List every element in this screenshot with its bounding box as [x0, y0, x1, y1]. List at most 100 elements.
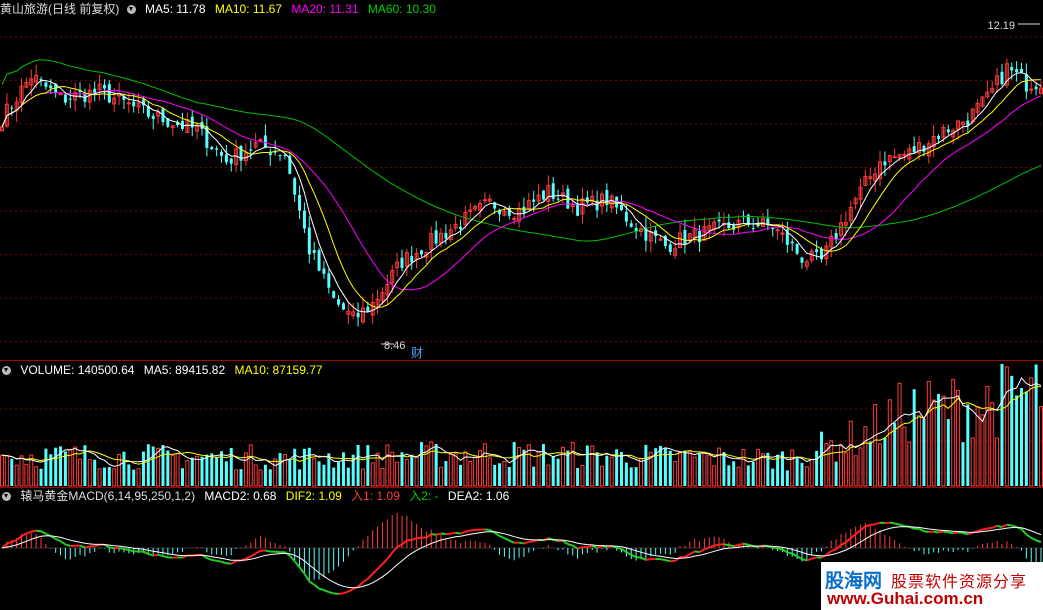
dif2-line [255, 549, 262, 555]
dif2-line [996, 524, 1003, 528]
dif2-line [494, 531, 501, 537]
candle-body-up [775, 229, 780, 232]
dif2-line [226, 562, 232, 565]
volume-bar-up [717, 447, 722, 487]
dif2-line [94, 543, 100, 548]
volume-bar-down [785, 470, 789, 486]
volume-bar-up [995, 437, 1000, 487]
volume-bar-up [195, 455, 200, 487]
dif2-line [26, 530, 32, 535]
dif2-line [708, 544, 715, 549]
volume-bar-down [410, 454, 414, 486]
dif2-line [328, 591, 334, 595]
dif2-line [850, 533, 857, 539]
volume-bar-down [629, 467, 633, 486]
volume-bar-up [756, 448, 761, 487]
volume-bar-up [112, 468, 117, 487]
dif2-line [518, 541, 525, 545]
candle-body-down [210, 146, 214, 150]
candle-body-down [327, 273, 331, 288]
volume-bar-down [668, 450, 672, 486]
volume-bar-down [493, 464, 497, 486]
dif2-line [577, 546, 583, 550]
volume-bar-up [502, 460, 507, 487]
dif2-line [562, 540, 569, 545]
volume-bar-down [161, 445, 165, 486]
volume-bar-up [985, 385, 990, 487]
candle-body-down [249, 149, 253, 151]
volume-bar-down [307, 447, 311, 486]
dif2-line [411, 537, 417, 541]
candle-body-down [10, 107, 14, 109]
candle-body-down [1034, 86, 1038, 90]
dif2-line [728, 544, 734, 548]
dif2-line [148, 552, 154, 557]
volume-bar-down [200, 456, 204, 486]
volume-bar-down [727, 465, 731, 486]
volume-bar-up [136, 468, 141, 487]
candle-body-down [49, 85, 53, 89]
volume-bar-down [732, 461, 736, 486]
dif2-line [221, 560, 227, 565]
volume-bar-down [268, 469, 272, 486]
volume-bar-down [776, 454, 780, 486]
volume-bar-up [951, 379, 956, 487]
volume-bar-up [990, 402, 995, 487]
volume-bar-down [141, 451, 145, 486]
candle-body-down [283, 155, 287, 157]
dif2-line [230, 559, 237, 565]
volume-bar-up [975, 406, 980, 487]
candle-body-down [322, 268, 326, 274]
candle-body-down [63, 94, 67, 103]
dif2-line [376, 563, 384, 570]
candle-body-down [790, 241, 794, 244]
volume-bar-down [751, 461, 755, 486]
volume-bar-up [170, 454, 175, 487]
candle-body-down [883, 161, 887, 166]
volume-bar-up [678, 451, 683, 487]
volume-bar-up [390, 451, 395, 487]
dif2-line [465, 529, 471, 533]
dif2-line [503, 537, 510, 542]
volume-bar-up [702, 451, 707, 487]
dif2-line [455, 531, 461, 535]
dif2-line [636, 556, 642, 559]
candle-body-down [263, 135, 267, 148]
volume-bar-down [93, 459, 97, 486]
dif2-line [738, 542, 744, 546]
dif2-line [338, 592, 344, 595]
dif2-line [16, 535, 23, 541]
candle-body-down [683, 230, 687, 245]
stock-chart-canvas[interactable]: 12.19 8.46 财 [0, 0, 1043, 610]
dif2-line [1035, 539, 1042, 543]
dif2-line [879, 521, 886, 525]
finance-event-marker[interactable]: 财 [411, 346, 423, 360]
dif2-line [845, 537, 852, 544]
dif2-line [699, 548, 705, 553]
volume-bar-down [1000, 363, 1004, 486]
volume-bar-up [609, 456, 614, 487]
dif2-line [938, 530, 944, 534]
watermark-banner: 股海网 股票软件资源分享 www.Guhai.com.cn [821, 562, 1043, 610]
dif2-line [21, 532, 27, 537]
dif2-line [665, 559, 671, 563]
volume-bar-down [210, 453, 214, 486]
candle-body-down [946, 129, 950, 133]
candle-body-down [410, 255, 414, 263]
dif2-line [275, 550, 281, 554]
volume-bar-up [931, 399, 936, 487]
volume-bar-up [878, 443, 883, 487]
volume-bar-down [146, 444, 150, 486]
dif2-line [953, 531, 959, 535]
candle-body-down [1015, 69, 1019, 73]
dif2-line [508, 539, 515, 544]
volume-bar-up [395, 461, 400, 487]
candle-body-down [229, 158, 233, 164]
candle-body-down [224, 154, 228, 163]
candle-body-down [444, 233, 448, 239]
volume-bar-down [868, 441, 872, 486]
volume-bar-down [107, 467, 111, 486]
dif2-line [840, 541, 847, 546]
volume-bar-up [258, 469, 263, 487]
volume-bar-up [380, 467, 385, 487]
